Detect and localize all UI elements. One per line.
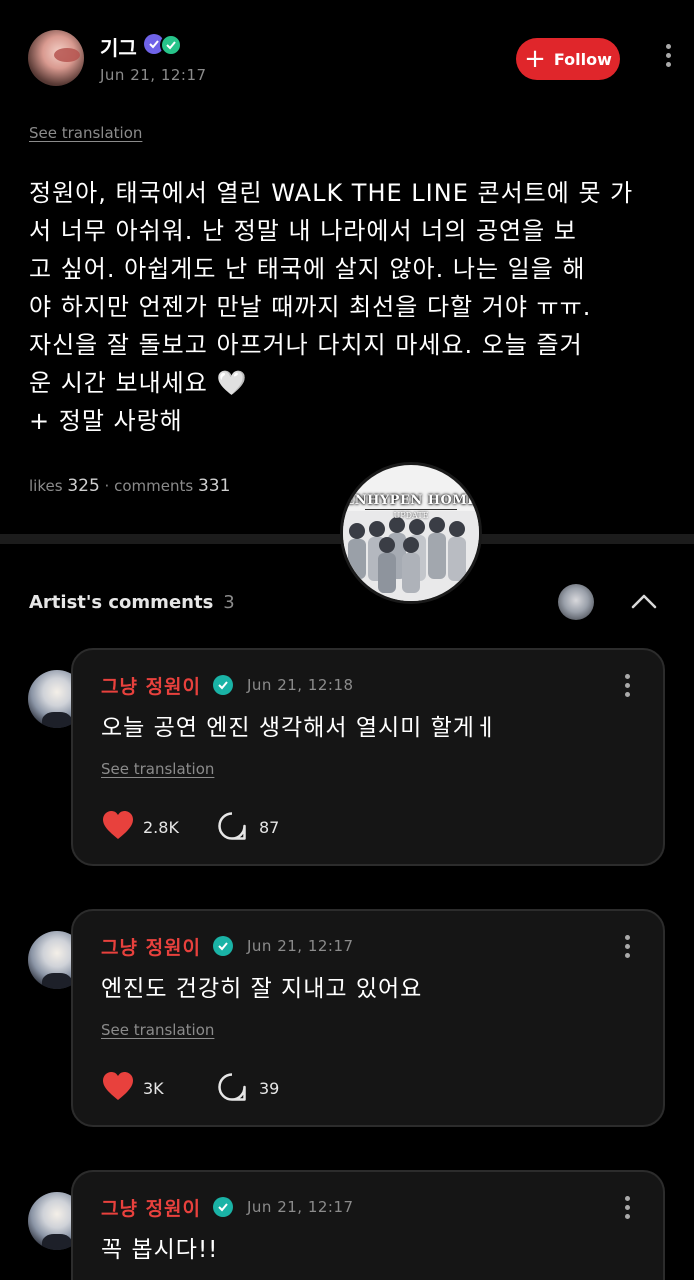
artist-name[interactable]: 그냥 정원이: [101, 1194, 201, 1221]
reply-bubble-icon[interactable]: [217, 811, 247, 841]
watermark-logo: ENHYPEN HOME UPDATE: [340, 462, 482, 604]
heart-icon[interactable]: [101, 1071, 135, 1101]
more-options-icon[interactable]: [624, 935, 630, 958]
reply-bubble-icon[interactable]: [217, 1072, 247, 1102]
follow-button[interactable]: + Follow: [516, 38, 620, 80]
verified-icon: [213, 675, 233, 695]
artist-name[interactable]: 그냥 정원이: [101, 933, 201, 960]
comment-date: Jun 21, 12:17: [247, 1198, 354, 1216]
comment-text: 오늘 공연 엔진 생각해서 열시미 할게ㅔ: [101, 715, 498, 741]
post-see-translation-link[interactable]: See translation: [29, 124, 142, 142]
post-body-text: 정원아, 태국에서 열린 WALK THE LINE 콘서트에 못 가 서 너무…: [29, 179, 634, 435]
artist-comments-label: Artist's comments: [29, 592, 214, 613]
post-stats: likes 325 · comments 331: [29, 476, 231, 496]
plus-icon: +: [524, 44, 546, 74]
follow-label: Follow: [553, 49, 612, 69]
artist-avatar-small[interactable]: [558, 584, 594, 620]
watermark-subtitle: UPDATE: [365, 509, 457, 520]
like-count: 2.8K: [143, 818, 179, 837]
group-photo: [343, 511, 479, 601]
heart-icon[interactable]: [101, 810, 135, 840]
artist-comment-card: 그냥 정원이 Jun 21, 12:18 오늘 공연 엔진 생각해서 열시미 할…: [71, 648, 665, 866]
comment-date: Jun 21, 12:18: [247, 676, 354, 694]
comments-label: comments: [114, 477, 194, 495]
comment-text: 엔진도 건강히 잘 지내고 있어요: [101, 976, 423, 1002]
user-avatar[interactable]: [28, 30, 84, 86]
comments-count: 331: [197, 476, 231, 496]
artist-comment-card: 그냥 정원이 Jun 21, 12:17 엔진도 건강히 잘 지내고 있어요 S…: [71, 909, 665, 1127]
verified-icon: [213, 936, 233, 956]
artist-name[interactable]: 그냥 정원이: [101, 672, 201, 699]
post-header: 기그 Jun 21, 12:17 + Follow: [28, 28, 674, 90]
more-options-icon[interactable]: [665, 44, 671, 67]
post-username[interactable]: 기그: [100, 32, 137, 61]
comment-date: Jun 21, 12:17: [247, 937, 354, 955]
comment-text: 꼭 봅시다!!: [101, 1237, 219, 1263]
more-options-icon[interactable]: [624, 674, 630, 697]
artist-comments-count: 3: [223, 592, 235, 613]
watermark-title: ENHYPEN HOME: [344, 493, 478, 508]
see-translation-link[interactable]: See translation: [101, 1021, 214, 1039]
post-date: Jun 21, 12:17: [100, 66, 207, 84]
chevron-up-icon[interactable]: [630, 592, 658, 610]
likes-label: likes: [29, 477, 63, 495]
likes-count: 325: [67, 476, 100, 496]
reply-count: 87: [259, 818, 280, 837]
more-options-icon[interactable]: [624, 1196, 630, 1219]
reply-count: 39: [259, 1079, 280, 1098]
verified-icon: [213, 1197, 233, 1217]
like-count: 3K: [143, 1079, 164, 1098]
verified-badge-icon: [160, 34, 182, 56]
artist-comment-card: 그냥 정원이 Jun 21, 12:17 꼭 봅시다!!: [71, 1170, 665, 1280]
artist-comments-header: Artist's comments 3: [29, 592, 235, 613]
see-translation-link[interactable]: See translation: [101, 760, 214, 778]
user-badges: [144, 34, 182, 56]
